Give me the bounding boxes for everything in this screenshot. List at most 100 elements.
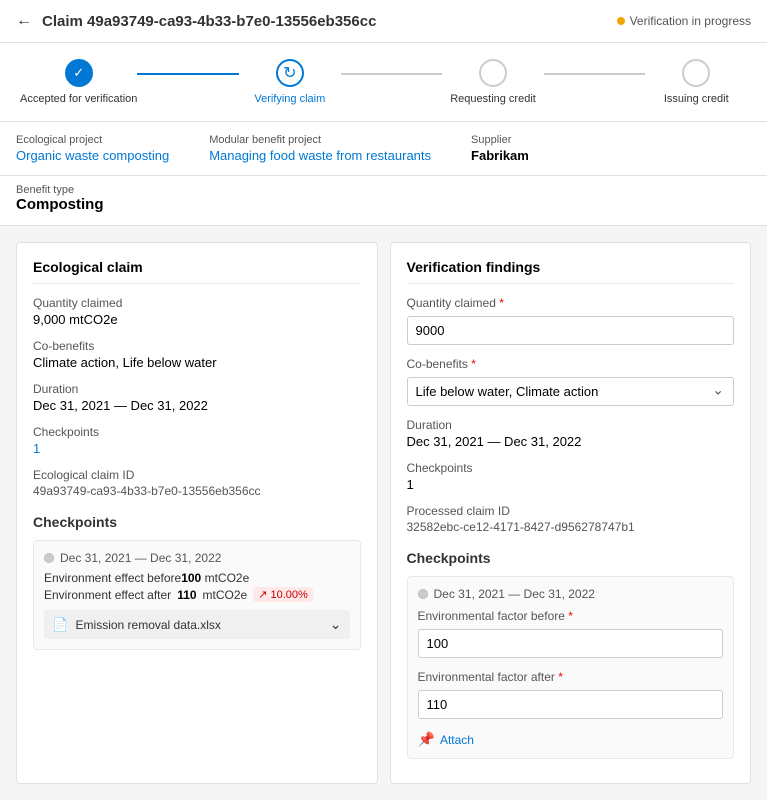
required-star-qty: * bbox=[499, 296, 504, 310]
connector-1 bbox=[137, 73, 239, 75]
right-duration-field: Duration Dec 31, 2021 — Dec 31, 2022 bbox=[407, 418, 735, 449]
file-icon: 📄 bbox=[52, 617, 68, 632]
step-label-accepted: Accepted for verification bbox=[20, 93, 137, 105]
supplier-label: Supplier bbox=[471, 134, 529, 146]
left-checkpoints-title: Checkpoints bbox=[33, 514, 361, 530]
back-button[interactable]: ← bbox=[16, 12, 32, 30]
status-dot-icon bbox=[617, 17, 625, 25]
supplier-group: Supplier Fabrikam bbox=[471, 134, 529, 163]
quantity-field: Quantity claimed 9,000 mtCO2e bbox=[33, 296, 361, 327]
quantity-input[interactable] bbox=[407, 316, 735, 345]
claim-id-field: Ecological claim ID 49a93749-ca93-4b33-b… bbox=[33, 468, 361, 498]
right-checkpoint-item: Dec 31, 2021 — Dec 31, 2022 Environmenta… bbox=[407, 576, 735, 759]
processed-id-value: 32582ebc-ce12-4171-8427-d956278747b1 bbox=[407, 520, 735, 534]
left-checkpoints-section: Checkpoints Dec 31, 2021 — Dec 31, 2022 … bbox=[33, 514, 361, 650]
file-name: Emission removal data.xlsx bbox=[76, 618, 221, 632]
left-panel-title: Ecological claim bbox=[33, 259, 361, 284]
left-panel: Ecological claim Quantity claimed 9,000 … bbox=[16, 242, 378, 784]
required-star-after: * bbox=[558, 670, 563, 684]
claim-id-value: 49a93749-ca93-4b33-b7e0-13556eb356cc bbox=[33, 484, 361, 498]
cobenefits-select-wrapper: Life below water, Climate action bbox=[407, 373, 735, 406]
right-checkpoint-circle bbox=[418, 589, 428, 599]
right-env-before-field: Environmental factor before * bbox=[418, 609, 724, 658]
right-quantity-label: Quantity claimed * bbox=[407, 296, 735, 310]
modular-label: Modular benefit project bbox=[209, 134, 431, 146]
chevron-down-icon: ⌄ bbox=[330, 616, 342, 633]
left-checkpoint-item: Dec 31, 2021 — Dec 31, 2022 Environment … bbox=[33, 540, 361, 650]
status-label: Verification in progress bbox=[630, 14, 751, 28]
env-before-row: Environment effect before100 mtCO2e bbox=[44, 571, 350, 585]
header: ← Claim 49a93749-ca93-4b33-b7e0-13556eb3… bbox=[0, 0, 767, 43]
required-star-co: * bbox=[471, 357, 476, 371]
env-after-row: Environment effect after110 mtCO2e ↗ 10.… bbox=[44, 587, 350, 602]
cobenefits-field: Co-benefits Climate action, Life below w… bbox=[33, 339, 361, 370]
step-label-verifying: Verifying claim bbox=[254, 93, 325, 105]
supplier-value: Fabrikam bbox=[471, 148, 529, 163]
project-info: Ecological project Organic waste compost… bbox=[0, 122, 767, 176]
quantity-value: 9,000 mtCO2e bbox=[33, 312, 361, 327]
right-checkpoints-value: 1 bbox=[407, 477, 735, 492]
step-circle-verifying: ↻ bbox=[276, 59, 304, 87]
right-panel-title: Verification findings bbox=[407, 259, 735, 284]
right-checkpoints-label: Checkpoints bbox=[407, 461, 735, 475]
ecological-value[interactable]: Organic waste composting bbox=[16, 148, 169, 163]
progress-bar: ✓ Accepted for verification ↻ Verifying … bbox=[0, 43, 767, 122]
benefit-type-label: Benefit type bbox=[16, 184, 751, 196]
step-label-requesting: Requesting credit bbox=[450, 93, 536, 105]
processed-id-label: Processed claim ID bbox=[407, 504, 735, 518]
attach-button[interactable]: 📌 Attach bbox=[418, 731, 724, 748]
file-attachment[interactable]: 📄 Emission removal data.xlsx ⌄ bbox=[44, 610, 350, 639]
cobenefits-value: Climate action, Life below water bbox=[33, 355, 361, 370]
right-checkpoints-field: Checkpoints 1 bbox=[407, 461, 735, 492]
ecological-label: Ecological project bbox=[16, 134, 169, 146]
right-checkpoint-date: Dec 31, 2021 — Dec 31, 2022 bbox=[418, 587, 724, 601]
modular-project-group: Modular benefit project Managing food wa… bbox=[209, 134, 431, 163]
claim-id-label: Ecological claim ID bbox=[33, 468, 361, 482]
step-circle-accepted: ✓ bbox=[65, 59, 93, 87]
modular-value[interactable]: Managing food waste from restaurants bbox=[209, 148, 431, 163]
duration-label: Duration bbox=[33, 382, 361, 396]
right-env-after-label: Environmental factor after * bbox=[418, 670, 724, 684]
step-verifying: ↻ Verifying claim bbox=[239, 59, 341, 105]
benefit-type-value: Composting bbox=[16, 196, 751, 213]
processed-id-field: Processed claim ID 32582ebc-ce12-4171-84… bbox=[407, 504, 735, 534]
step-issuing: Issuing credit bbox=[645, 59, 747, 105]
step-accepted: ✓ Accepted for verification bbox=[20, 59, 137, 105]
increase-badge: ↗ 10.00% bbox=[253, 587, 313, 602]
right-cobenefits-field: Co-benefits * Life below water, Climate … bbox=[407, 357, 735, 406]
checkpoint-circle-icon bbox=[44, 553, 54, 563]
required-star-before: * bbox=[568, 609, 573, 623]
right-duration-value: Dec 31, 2021 — Dec 31, 2022 bbox=[407, 434, 735, 449]
cobenefits-select[interactable]: Life below water, Climate action bbox=[407, 377, 735, 406]
page-title: Claim 49a93749-ca93-4b33-b7e0-13556eb356… bbox=[42, 13, 607, 30]
right-env-before-label: Environmental factor before * bbox=[418, 609, 724, 623]
connector-3 bbox=[544, 73, 646, 75]
cobenefits-label: Co-benefits bbox=[33, 339, 361, 353]
env-after-input[interactable] bbox=[418, 690, 724, 719]
left-checkpoint-date: Dec 31, 2021 — Dec 31, 2022 bbox=[44, 551, 350, 565]
benefit-type-section: Benefit type Composting bbox=[0, 176, 767, 226]
duration-field: Duration Dec 31, 2021 — Dec 31, 2022 bbox=[33, 382, 361, 413]
step-circle-requesting bbox=[479, 59, 507, 87]
steps-container: ✓ Accepted for verification ↻ Verifying … bbox=[20, 59, 747, 121]
right-duration-label: Duration bbox=[407, 418, 735, 432]
step-circle-issuing bbox=[682, 59, 710, 87]
attach-icon: 📌 bbox=[418, 731, 435, 748]
checkpoints-value: 1 bbox=[33, 441, 361, 456]
right-panel: Verification findings Quantity claimed *… bbox=[390, 242, 752, 784]
main-content: Ecological claim Quantity claimed 9,000 … bbox=[0, 226, 767, 800]
quantity-label: Quantity claimed bbox=[33, 296, 361, 310]
right-checkpoints-title: Checkpoints bbox=[407, 550, 735, 566]
right-cobenefits-label: Co-benefits * bbox=[407, 357, 735, 371]
checkpoints-label: Checkpoints bbox=[33, 425, 361, 439]
checkpoints-field: Checkpoints 1 bbox=[33, 425, 361, 456]
env-before-input[interactable] bbox=[418, 629, 724, 658]
step-requesting: Requesting credit bbox=[442, 59, 544, 105]
step-label-issuing: Issuing credit bbox=[664, 93, 729, 105]
right-env-after-field: Environmental factor after * bbox=[418, 670, 724, 719]
duration-value: Dec 31, 2021 — Dec 31, 2022 bbox=[33, 398, 361, 413]
status-badge: Verification in progress bbox=[617, 14, 751, 28]
right-checkpoints-section: Checkpoints Dec 31, 2021 — Dec 31, 2022 … bbox=[407, 550, 735, 759]
ecological-project-group: Ecological project Organic waste compost… bbox=[16, 134, 169, 163]
right-quantity-field: Quantity claimed * bbox=[407, 296, 735, 345]
